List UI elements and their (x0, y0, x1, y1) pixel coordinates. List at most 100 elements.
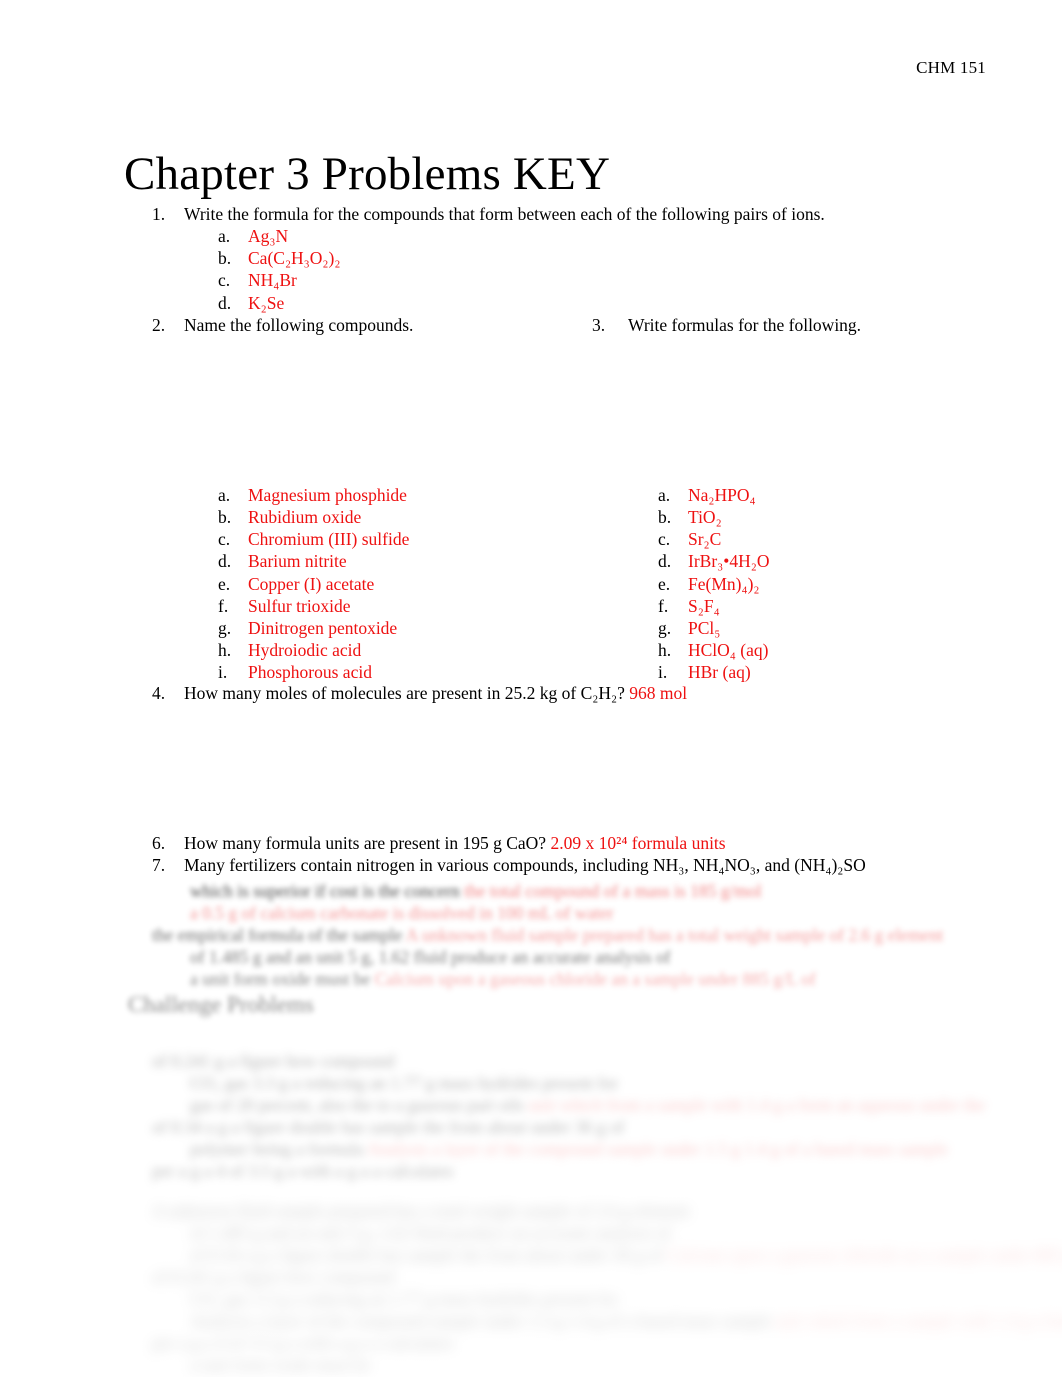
question-6: 6. How many formula units are present in… (0, 832, 1062, 854)
item-letter: d. (218, 551, 232, 572)
question-4: 4. How many moles of molecules are prese… (0, 682, 1062, 704)
question-1-text: Write the formula for the compounds that… (184, 204, 825, 224)
list-item: f. S₂F₄ (440, 595, 770, 617)
list-item: i. Phosphorous acid (0, 661, 409, 683)
question-7-text: Many fertilizers contain nitrogen in var… (184, 854, 866, 875)
list-item: a. Magnesium phosphide (0, 484, 409, 506)
question-2-text: Name the following compounds. (184, 314, 414, 335)
question-3-text: Write formulas for the following. (628, 314, 862, 335)
item-letter: b. (218, 507, 232, 528)
blurred-line-text: of 0.34 a g a figure double has sample t… (190, 1245, 663, 1265)
blurred-text-block-lower: A unknown fluid sample prepared has a to… (0, 1200, 1062, 1376)
list-item: b. Rubidium oxide (0, 506, 409, 528)
item-answer: NH₄Br (248, 270, 297, 291)
question-3-answer-list: a. Na₂HPO₄ b. TiO₂ c. Sr₂C d. IrBr₃•4H₂O… (440, 484, 770, 684)
item-answer: HClO₄ (aq) (688, 640, 769, 661)
blurred-line: which is superior if cost is the concern… (0, 880, 1062, 902)
list-item: e. Copper (I) acetate (0, 573, 409, 595)
item-letter: h. (658, 640, 672, 661)
item-letter: f. (218, 595, 229, 616)
blurred-line-text: per a g a 4 of 3.5 g a with a g a a calc… (152, 1333, 454, 1353)
item-letter: a. (218, 484, 231, 505)
item-answer: Ca(C₂H₃O₂)₂ (248, 248, 341, 269)
item-answer: Chromium (III) sulfide (248, 529, 410, 550)
blurred-line-answer: unit which from a sample with 1.4 g a fo… (528, 1095, 986, 1115)
question-1-answer-list: a. Ag₃N b. Ca(C₂H₃O₂)₂ c. NH₄Br d. K₂Se (0, 225, 1062, 314)
list-item: h. Hydroiodic acid (0, 639, 409, 661)
blurred-line: gas of 20 percent, also the to a gaseous… (0, 1094, 1062, 1116)
blurred-line-text: of 0.34 a g a figure double has sample t… (152, 1117, 625, 1137)
question-4-answer: 968 mol (629, 682, 688, 703)
item-letter: e. (658, 573, 671, 594)
question-1-number: 1. (152, 204, 166, 224)
blurred-line-text: Analysis a layer of the compound sample … (190, 1311, 772, 1331)
item-answer: IrBr₃•4H₂O (688, 551, 770, 572)
item-letter: c. (218, 270, 231, 291)
item-letter: c. (658, 529, 671, 550)
blurred-text-block-middle: of 0.241 g a figure how compound CO₂ gas… (0, 1050, 1062, 1182)
question-2-answer-list: a. Magnesium phosphide b. Rubidium oxide… (0, 484, 409, 684)
blurred-line-text: A unknown fluid sample prepared has a to… (152, 1201, 690, 1221)
item-answer: K₂Se (248, 292, 285, 313)
item-answer: Dinitrogen pentoxide (248, 618, 398, 639)
document-header-course-code: CHM 151 (916, 58, 986, 77)
blurred-line: a unit form oxide must be (0, 1354, 1062, 1376)
blurred-line-text: the empirical formula of the sample (152, 925, 403, 945)
list-item: c. Sr₂C (440, 528, 770, 550)
item-letter: f. (658, 595, 669, 616)
item-letter: g. (218, 618, 232, 639)
item-answer: HBr (aq) (688, 662, 751, 683)
blurred-heading: Challenge Problems (128, 992, 314, 1017)
question-1: 1. Write the formula for the compounds t… (0, 203, 1062, 225)
question-4-number: 4. (152, 682, 166, 703)
blurred-line: of 0.241 g a figure how compound (0, 1266, 1062, 1288)
blurred-line: CO₂ gas 3.3 g a reducing an 1.77 g mass … (0, 1072, 1062, 1094)
blurred-text-block-upper: which is superior if cost is the concern… (0, 880, 1062, 1020)
blurred-lower-section: which is superior if cost is the concern… (0, 880, 1062, 1377)
blurred-line-text: polymer being a formula (190, 1139, 364, 1159)
item-answer: Rubidium oxide (248, 507, 362, 528)
item-letter: b. (218, 248, 232, 269)
list-item: f. Sulfur trioxide (0, 595, 409, 617)
blurred-line-text: gas of 20 percent, also the to a gaseous… (190, 1095, 524, 1115)
item-letter: d. (658, 551, 672, 572)
blurred-line-text: which is superior if cost is the concern (190, 881, 460, 901)
item-answer: Barium nitrite (248, 551, 347, 572)
blurred-line: of 1.485 g and an unit 5 g, 1.62 fluid p… (0, 1222, 1062, 1244)
blurred-line-text: of 1.485 g and an unit 5 g, 1.62 fluid p… (190, 1223, 671, 1243)
blurred-line: the empirical formula of the sample A un… (0, 924, 1062, 946)
item-letter: c. (218, 529, 231, 550)
item-answer: Copper (I) acetate (248, 573, 375, 594)
item-answer: Fe(Mn)₄)₂ (688, 573, 760, 594)
item-letter: i. (658, 662, 668, 683)
blurred-line-text: a unit form oxide must be (190, 1355, 371, 1375)
item-answer: Phosphorous acid (248, 662, 372, 683)
item-letter: a. (658, 484, 671, 505)
blurred-line: CO₂ gas 3.3 g a reducing an 1.77 g mass … (0, 1288, 1062, 1310)
blurred-line-answer: a 0.5 g of calcium carbonate is dissolve… (190, 903, 614, 923)
item-answer: PCl₅ (688, 618, 721, 639)
list-item: i. HBr (aq) (440, 661, 770, 683)
list-item: a. Ag₃N (0, 225, 1062, 247)
list-item: b. Ca(C₂H₃O₂)₂ (0, 247, 1062, 269)
blurred-line-answer: unit which from a sample with 1.4 g a fo… (775, 1311, 1062, 1331)
blurred-line-text: per a g a 4 of 3.5 g a with a g a a calc… (152, 1161, 454, 1181)
blurred-line-text: CO₂ gas 3.3 g a reducing an 1.77 g mass … (190, 1289, 618, 1309)
page-title: Chapter 3 Problems KEY (124, 148, 611, 201)
item-letter: b. (658, 507, 672, 528)
document-body: 1. Write the formula for the compounds t… (0, 203, 1062, 876)
blurred-line: a unit form oxide must be Calcium upon a… (0, 968, 1062, 990)
question-4-text: How many moles of molecules are present … (184, 682, 630, 703)
list-item: d. IrBr₃•4H₂O (440, 550, 770, 572)
question-7: 7. Many fertilizers contain nitrogen in … (0, 854, 1062, 876)
item-answer: S₂F₄ (688, 595, 720, 616)
question-3: 3. Write formulas for the following. (592, 314, 861, 336)
blurred-line: of 0.241 g a figure how compound (0, 1050, 1062, 1072)
item-answer: Sulfur trioxide (248, 595, 351, 616)
question-2-number: 2. (152, 314, 166, 335)
item-letter: a. (218, 226, 231, 246)
document-page: CHM 151 Chapter 3 Problems KEY 1. Write … (0, 0, 1062, 1377)
blurred-line: Analysis a layer of the compound sample … (0, 1310, 1062, 1332)
blurred-line: A unknown fluid sample prepared has a to… (0, 1200, 1062, 1222)
blurred-line-text: a unit form oxide must be (190, 969, 371, 989)
